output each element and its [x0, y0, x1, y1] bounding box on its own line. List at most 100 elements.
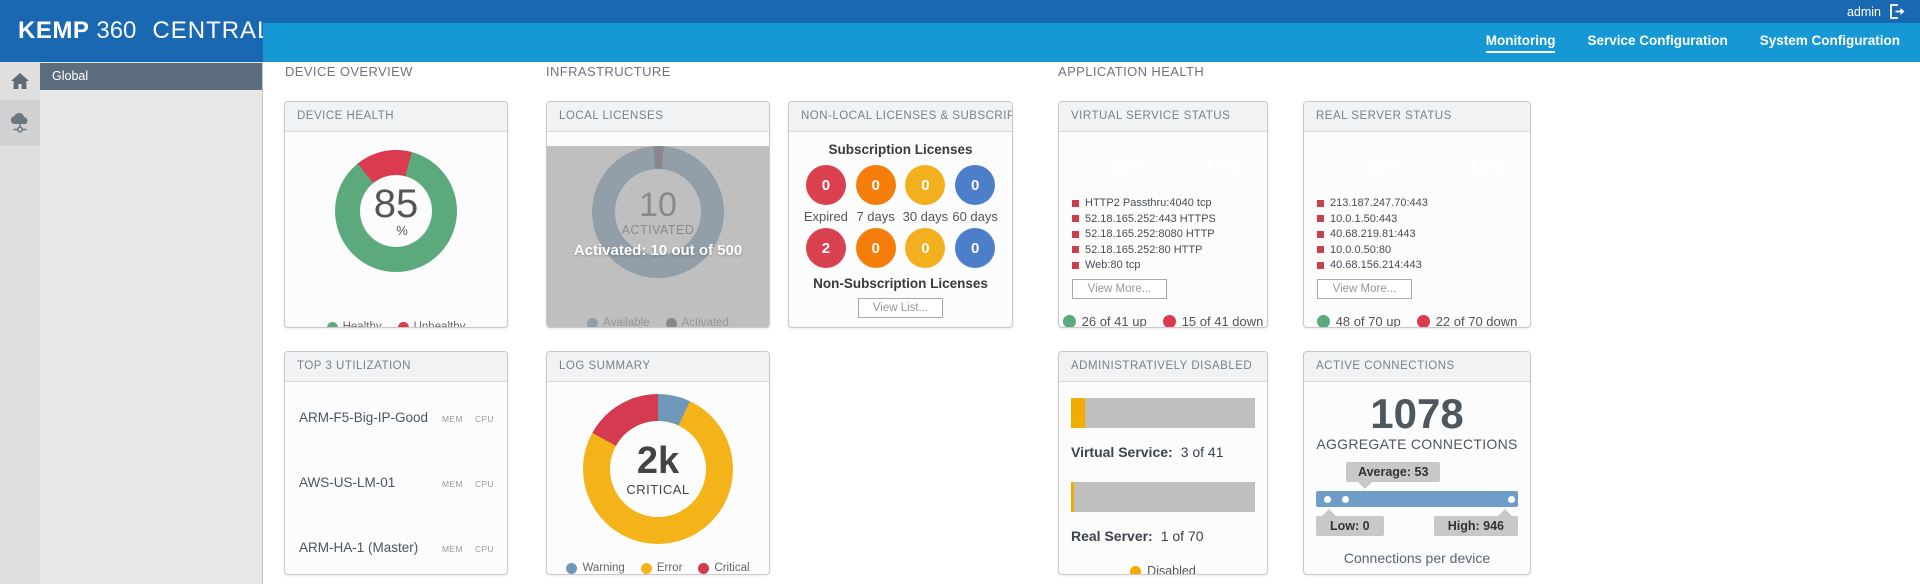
virtual-service-disabled-bar — [1071, 398, 1255, 428]
vss-service-list: HTTP2 Passthru:4040 tcp 52.18.165.252:44… — [1072, 197, 1267, 271]
local-licenses-overlay: Activated: 10 out of 500 — [547, 146, 769, 327]
card-device-health: DEVICE HEALTH 85 % Healthy Unhealthy — [284, 101, 508, 328]
high-tooltip: High: 946 — [1433, 509, 1518, 537]
label-expired: Expired — [803, 209, 848, 224]
sidebar-home-button[interactable] — [0, 62, 40, 100]
non-subscription-30days-count: 0 — [905, 228, 946, 268]
home-icon — [11, 73, 29, 89]
card-rss-title: REAL SERVER STATUS — [1304, 102, 1530, 132]
rss-view-more-button[interactable]: View More... — [1317, 278, 1412, 299]
logo-brand: KEMP — [18, 17, 90, 44]
rss-list-item: 10.0.0.50:80 — [1317, 244, 1530, 256]
card-log-summary-title: LOG SUMMARY — [547, 352, 769, 382]
status-square-icon — [1317, 246, 1324, 253]
subscription-30days-count: 0 — [905, 165, 946, 205]
rss-server-list: 213.187.247.70:443 10.0.1.50:443 40.68.2… — [1317, 197, 1530, 271]
non-subscription-60days-count: 0 — [955, 228, 996, 268]
subscription-60days-count: 0 — [955, 165, 996, 205]
rss-list-item: 213.187.247.70:443 — [1317, 197, 1530, 209]
card-real-server-status: REAL SERVER STATUS 68% 32% 213.187.247.7… — [1303, 101, 1531, 328]
nav-tabs: Monitoring Service Configuration System … — [263, 23, 1920, 62]
non-subscription-licenses-heading: Non-Subscription Licenses — [813, 276, 988, 291]
non-subscription-7days-count: 0 — [855, 228, 896, 268]
tab-service-configuration[interactable]: Service Configuration — [1587, 33, 1727, 53]
card-local-licenses-title: LOCAL LICENSES — [547, 102, 769, 132]
down-dot-icon — [1416, 315, 1430, 327]
status-square-icon — [1072, 246, 1079, 253]
device-name: ARM-F5-Big-IP-Good — [299, 409, 429, 425]
subscription-expired-count: 0 — [805, 165, 846, 205]
status-square-icon — [1072, 199, 1079, 207]
vss-list-item: 52.18.165.252:80 HTTP — [1072, 244, 1267, 256]
vss-view-more-button[interactable]: View More... — [1072, 278, 1167, 299]
device-health-percent: 85 — [373, 181, 419, 226]
device-health-legend: Healthy Unhealthy — [285, 321, 507, 328]
card-administratively-disabled: ADMINISTRATIVELY DISABLED Virtual Servic… — [1058, 351, 1268, 575]
topbar: admin — [263, 0, 1920, 23]
utilization-row: ARM-F5-Big-IP-Good MEM CPU — [299, 409, 494, 425]
down-dot-icon — [1162, 315, 1176, 327]
cloud-network-icon — [10, 113, 28, 133]
low-tooltip: Low: 0 — [1316, 509, 1384, 537]
card-log-summary: LOG SUMMARY 2k CRITICAL Warning Error Cr… — [546, 351, 770, 575]
card-vss-title: VIRTUAL SERVICE STATUS — [1059, 102, 1267, 132]
logout-icon[interactable] — [1889, 4, 1906, 19]
low-high-row: Low: 0 High: 946 — [1316, 509, 1518, 537]
utilization-row: AWS-US-LM-01 MEM CPU — [299, 474, 494, 490]
average-tooltip: Average: 53 — [1346, 462, 1441, 490]
tab-monitoring[interactable]: Monitoring — [1485, 33, 1556, 53]
rss-up-down-bar: 68% 32% — [1316, 148, 1518, 186]
healthy-dot-icon — [326, 321, 338, 327]
legend-unhealthy: Unhealthy — [413, 321, 466, 328]
subscription-7days-count: 0 — [855, 165, 896, 205]
real-server-disabled-label: Real Server: 1 of 70 — [1071, 528, 1204, 544]
tab-system-configuration[interactable]: System Configuration — [1760, 33, 1900, 53]
vss-legend: 26 of 41 up 15 of 41 down — [1059, 314, 1267, 327]
section-infrastructure: INFRASTRUCTURE — [546, 64, 671, 79]
connections-per-device-label: Connections per device — [1343, 550, 1491, 567]
vss-up-bar: 63% — [1109, 156, 1148, 177]
sidebar-item-global[interactable]: Global — [40, 63, 262, 90]
subscription-licenses-heading: Subscription Licenses — [828, 142, 973, 157]
rss-up-count: 48 of 70 up — [1335, 314, 1401, 328]
rss-legend: 48 of 70 up 22 of 70 down — [1304, 314, 1530, 328]
average-marker-dot — [1342, 495, 1350, 503]
card-virtual-service-status: VIRTUAL SERVICE STATUS 63% 37% HTTP2 Pas… — [1058, 101, 1268, 328]
card-active-connections-title: ACTIVE CONNECTIONS — [1304, 352, 1530, 382]
rss-down-count: 22 of 70 down — [1435, 314, 1518, 328]
critical-dot-icon — [698, 562, 710, 574]
warning-dot-icon — [566, 562, 578, 574]
real-server-disabled-bar — [1071, 482, 1255, 512]
aggregate-connections-value: 1078 — [1370, 390, 1464, 437]
card-active-connections: ACTIVE CONNECTIONS 1078 AGGREGATE CONNEC… — [1303, 351, 1531, 575]
vss-list-item: Web:80 tcp — [1072, 259, 1267, 271]
card-local-licenses: LOCAL LICENSES 10 ACTIVATED Available Ac… — [546, 101, 770, 328]
rss-list-item: 10.0.1.50:443 — [1317, 213, 1530, 225]
view-list-button[interactable]: View List... — [857, 298, 944, 318]
non-subscription-expired-count: 2 — [805, 228, 846, 268]
label-7days: 7 days — [856, 209, 895, 224]
up-dot-icon — [1316, 315, 1330, 327]
label-30days: 30 days — [902, 209, 949, 224]
vss-down-bar: 37% — [1201, 156, 1240, 177]
status-square-icon — [1317, 230, 1324, 238]
unhealthy-dot-icon — [397, 321, 409, 327]
app-logo: KEMP 360 CENTRAL — [0, 0, 270, 62]
subscription-circles-row: 0 0 0 0 — [789, 165, 1012, 205]
user-name[interactable]: admin — [1847, 5, 1881, 19]
status-square-icon — [1317, 261, 1324, 269]
card-admin-disabled-title: ADMINISTRATIVELY DISABLED — [1059, 352, 1267, 382]
status-square-icon — [1317, 199, 1324, 207]
card-non-local-title: NON-LOCAL LICENSES & SUBSCRIPTIONS — [789, 102, 1012, 132]
legend-error: Error — [656, 562, 683, 574]
vss-list-item: HTTP2 Passthru:4040 tcp — [1072, 197, 1267, 209]
utilization-row: ARM-HA-1 (Master) MEM CPU — [299, 539, 494, 555]
vss-up-down-bar: 63% 37% — [1071, 148, 1255, 186]
status-square-icon — [1072, 215, 1079, 222]
sidebar-network-button[interactable] — [0, 100, 40, 146]
local-licenses-tooltip: Activated: 10 out of 500 — [573, 242, 743, 259]
non-subscription-circles-row: 2 0 0 0 — [789, 228, 1012, 268]
up-dot-icon — [1062, 315, 1076, 327]
disabled-dot-icon — [1130, 565, 1142, 574]
low-marker-dot — [1324, 495, 1332, 503]
